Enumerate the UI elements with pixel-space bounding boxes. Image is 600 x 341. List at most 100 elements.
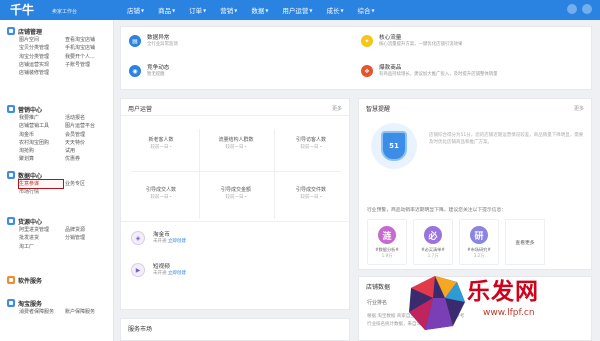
shop-score-badge: 51 [371, 123, 417, 169]
service-icon [7, 299, 15, 307]
sidebar-link[interactable]: 我要推广 [19, 114, 63, 122]
chevron-down-icon: ▼ [265, 7, 269, 13]
alert-competition[interactable]: ◉ 竞争动态 暂无提醒 [129, 65, 169, 78]
sidebar-link[interactable]: 宝贝分类管理 [19, 44, 63, 52]
app-logo[interactable]: 千牛 [10, 3, 34, 17]
sidebar-link[interactable]: 店铺营销工具 [19, 122, 63, 130]
sidebar-link[interactable]: 市场行情 [19, 188, 63, 196]
service-market-card: 服务市场 [120, 318, 350, 341]
nav-item-general[interactable]: 综合 ▼ [351, 5, 382, 15]
sidebar-link[interactable]: 账户保障服务 [65, 308, 109, 316]
create-link[interactable]: 立即创建 [168, 271, 186, 276]
sidebar-link[interactable]: 会员管理 [65, 131, 109, 139]
nav-item-goods[interactable]: 商品 ▼ [151, 5, 182, 15]
metric-value: 较前一日 - [300, 195, 322, 200]
sidebar-link[interactable]: 活动报名 [65, 114, 109, 122]
sidebar-link[interactable]: 店铺装修管理 [19, 69, 63, 77]
tool-taojinbi[interactable]: ◈ 淘金币 未开通 立即创建 [131, 231, 186, 245]
more-link[interactable]: 更多 [574, 105, 584, 112]
sidebar-link[interactable]: 查看淘宝店铺 [65, 36, 109, 44]
sidebar-link[interactable]: 天天特价 [65, 139, 109, 147]
video-icon: ▶ [131, 263, 145, 277]
nav-item-user-ops[interactable]: 用户运营 ▼ [275, 5, 319, 15]
view-more-button[interactable]: 查看更多 [505, 219, 545, 265]
shop-icon [7, 27, 15, 35]
sidebar-link[interactable]: 消费者保障服务 [19, 308, 63, 316]
metric-name: 引导成交件数 [295, 187, 326, 193]
sidebar-link[interactable]: 业务专区 [65, 180, 109, 188]
sidebar-link[interactable]: 农村淘宝团购 [19, 139, 63, 147]
nav-item-data[interactable]: 数据 ▼ [244, 5, 275, 15]
tool-short-video[interactable]: ▶ 短视频 未开通 立即创建 [131, 263, 186, 277]
divider [121, 115, 351, 116]
metric-value: 较前一日 - [150, 195, 172, 200]
sidebar-section-software: 软件服务 [0, 275, 114, 285]
user-ops-card: 用户运营 更多 新老客人数 较前一日 - 流量结构人群数 较前一日 - 引导访客… [120, 98, 351, 310]
create-link[interactable]: 立即创建 [168, 239, 186, 244]
sidebar-link[interactable]: 优惠券 [65, 155, 109, 163]
chevron-down-icon: ▼ [309, 7, 313, 13]
alert-title: 数据异常 [147, 35, 170, 41]
tip-card[interactable]: 必 #必买清单# 1.7万 [413, 219, 453, 265]
ranking-label: 行业排名 [367, 300, 388, 306]
nav-item-orders[interactable]: 订单 ▼ [182, 5, 213, 15]
shield-icon: 51 [381, 131, 407, 161]
sidebar-link[interactable]: 图片空间 [19, 36, 63, 44]
sidebar-link[interactable]: 分销管理 [65, 234, 109, 242]
sidebar-link[interactable]: 聚划算 [19, 155, 63, 163]
bulb-icon: ✦ [361, 35, 373, 47]
divider [274, 129, 275, 219]
tip-count: 1.7万 [427, 253, 439, 258]
tip-count: 3.2万 [473, 253, 485, 258]
chevron-down-icon: ▼ [371, 7, 375, 13]
sidebar-link[interactable]: 阿里进货管理 [19, 226, 63, 234]
more-link[interactable]: 更多 [332, 105, 342, 112]
alert-core-traffic[interactable]: ✦ 核心流量 核心流量提升方案，一键优化店铺引流效果 [361, 35, 462, 48]
alert-hot-goods[interactable]: ❖ 爆款商品 有商品持续增长，建议加大推广投入，及时提升店铺整体销量 [361, 65, 498, 78]
metric-name: 引导成交金额 [220, 187, 251, 193]
metric-value: 较前一日 - [150, 145, 172, 150]
tip-glyph: 涟 [378, 226, 396, 244]
watermark-text: 乐发网 [467, 278, 539, 305]
sidebar-link[interactable]: 淘宝分类管理 [19, 53, 63, 61]
sidebar-link[interactable]: 图片运营平台 [65, 122, 109, 130]
alert-title: 核心流量 [379, 35, 402, 41]
nav-item-shop[interactable]: 店铺 ▼ [120, 5, 151, 15]
sidebar-link[interactable]: 批发进货 [19, 234, 63, 242]
metric-name: 引导访客人数 [295, 137, 326, 143]
tip-card[interactable]: 涟 #数据分析# 1.9万 [367, 219, 407, 265]
chart-icon [7, 171, 15, 179]
sidebar-link[interactable]: 子账号管理 [65, 61, 109, 69]
metric-traffic-structure: 流量结构人群数 较前一日 - [200, 137, 272, 151]
sidebar-section-shop: 店铺管理 图片空间 查看淘宝店铺 宝贝分类管理 手机淘宝店铺 淘宝分类管理 我要… [0, 26, 114, 77]
sidebar-link[interactable]: 品牌货源 [65, 226, 109, 234]
sidebar-link[interactable]: 淘抢购 [19, 147, 63, 155]
sidebar-link[interactable]: 店铺运营实现 [19, 61, 63, 69]
nav-item-marketing[interactable]: 营销 ▼ [213, 5, 244, 15]
metric-guided-amount: 引导成交金额 较前一日 - [200, 187, 272, 201]
metric-value: 较前一日 - [300, 145, 322, 150]
sidebar-link-business-advisor[interactable]: 生意参谋 [18, 178, 64, 190]
message-icon[interactable] [567, 4, 577, 14]
sidebar-link[interactable]: 试用 [65, 147, 109, 155]
main-nav: 店铺 ▼ 商品 ▼ 订单 ▼ 营销 ▼ 数据 ▼ 用户运营 ▼ 成长 ▼ 综合 ▼ [120, 0, 382, 20]
alert-data-anomaly[interactable]: ▤ 数据异常 全行业异常监测 [129, 35, 178, 48]
alert-sub: 有商品持续增长，建议加大推广投入，及时提升店铺整体销量 [379, 72, 498, 77]
sidebar: 店铺管理 图片空间 查看淘宝店铺 宝贝分类管理 手机淘宝店铺 淘宝分类管理 我要… [0, 20, 114, 341]
sidebar-link[interactable]: 手机淘宝店铺 [65, 44, 109, 52]
metric-new-old-customers: 新老客人数 较前一日 - [125, 137, 197, 151]
avatar[interactable] [582, 4, 592, 14]
sidebar-link[interactable]: 我要开个人... [65, 53, 109, 61]
watermark-url: www.lfpf.cn [483, 308, 535, 318]
tool-sub: 未开通 立即创建 [153, 238, 186, 244]
nav-item-growth[interactable]: 成长 ▼ [319, 5, 350, 15]
top-nav-bar: 千牛 卖家工作台 店铺 ▼ 商品 ▼ 订单 ▼ 营销 ▼ 数据 ▼ 用户运营 ▼ 成长 ▼ 综… [0, 0, 600, 20]
section-title: 货源中心 [18, 218, 43, 226]
alert-sub: 全行业异常监测 [147, 42, 178, 47]
tool-sub: 未开通 立即创建 [153, 270, 186, 276]
tip-card[interactable]: 研 #市场研究# 3.2万 [459, 219, 499, 265]
sidebar-link[interactable]: 淘工厂 [19, 243, 63, 251]
alert-sub: 暂无提醒 [147, 72, 165, 77]
metric-name: 流量结构人群数 [218, 137, 254, 143]
sidebar-link[interactable]: 淘金币 [19, 131, 63, 139]
